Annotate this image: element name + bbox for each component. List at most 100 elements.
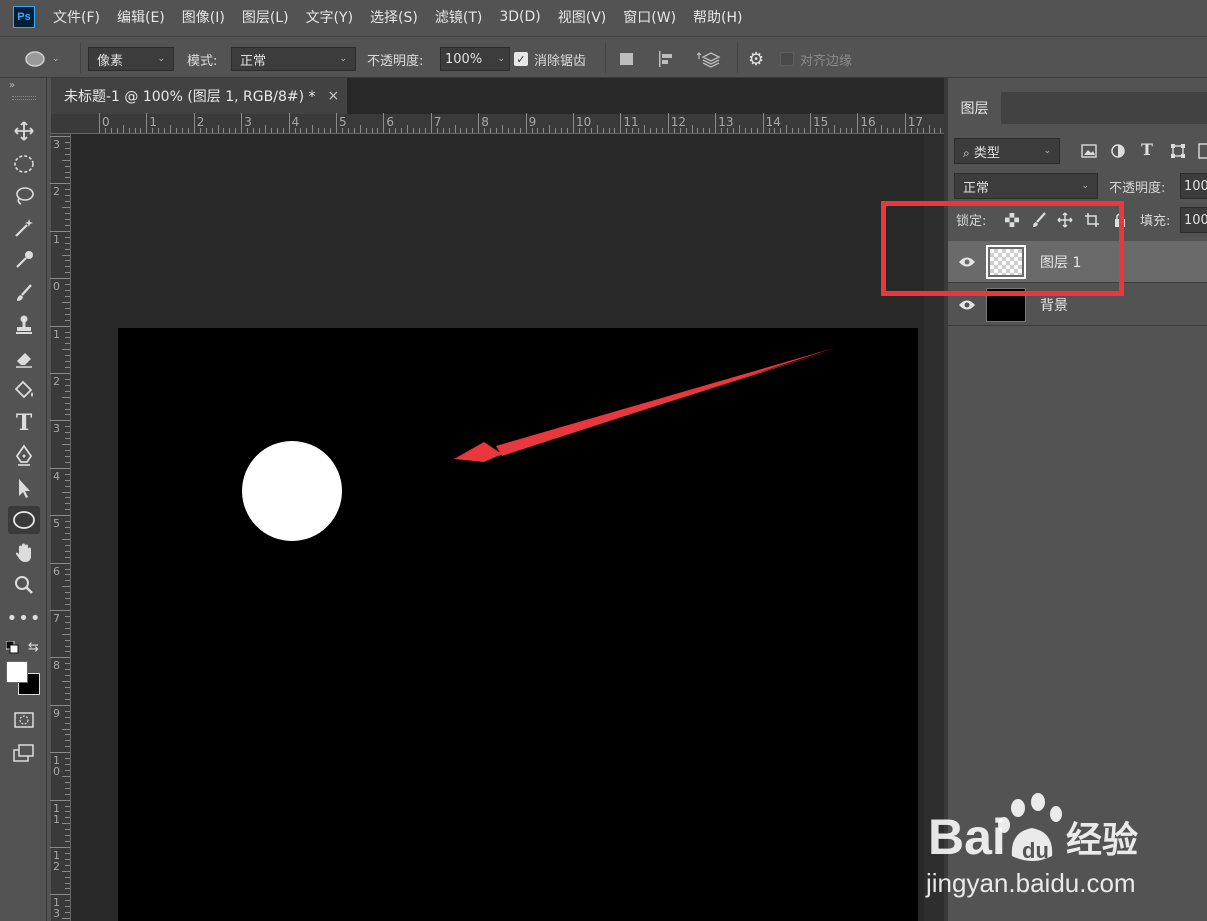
ruler-tick [792,128,794,133]
grip-icon[interactable] [12,96,36,100]
layer-name[interactable]: 背景 [1040,295,1068,315]
ruler-vertical[interactable]: 3 2 1 0 1 2 3 4 5 6 7 8 9 10 11 12 13 [50,134,71,921]
chevron-down-icon: ⌄ [1081,181,1089,191]
watermark-suffix: 经验 [1066,820,1138,861]
screen-mode-button[interactable] [8,739,40,767]
move-tool[interactable] [8,117,40,145]
ruler-horizontal[interactable]: 0 1 2 3 4 5 6 7 8 9 10 11 12 13 14 15 16 17 [51,113,948,134]
ruler-tick-label: 1 [149,115,158,129]
layer-opacity-value: 100% [1184,178,1207,194]
ruler-tick [65,284,70,286]
quick-mask-button[interactable] [8,706,40,734]
menu-select[interactable]: 选择(S) [370,7,418,27]
menu-layer[interactable]: 图层(L) [242,7,289,27]
menu-help[interactable]: 帮助(H) [693,7,742,27]
chevron-down-icon: ⌄ [497,54,505,64]
ruler-tick [383,113,385,133]
clone-stamp-tool[interactable] [8,311,40,339]
ruler-tick [65,592,70,594]
eyedropper-tool[interactable] [8,246,40,274]
smart-object-filter-icon[interactable] [1198,143,1207,159]
menu-window[interactable]: 窗口(W) [623,7,676,27]
ruler-tick [65,615,70,617]
ruler-tick-label: 4 [291,115,300,129]
antialias-checkbox[interactable]: ✓ 消除锯齿 [514,47,586,71]
ruler-tick [50,657,70,659]
ruler-tick [833,125,835,133]
menu-file[interactable]: 文件(F) [53,7,100,27]
ruler-tick [65,408,70,410]
blend-mode-select[interactable]: 正常 ⌄ [231,47,356,71]
type-layer-filter-icon[interactable]: T [1141,140,1153,159]
close-icon[interactable]: × [328,88,340,104]
ruler-tick [62,207,70,209]
path-operations-button[interactable] [618,47,636,71]
zoom-tool[interactable] [8,571,40,599]
ruler-tick [65,272,70,274]
ruler-tick-label: 3 [53,138,60,151]
menu-filter[interactable]: 滤镜(T) [435,7,482,27]
align-edges-checkbox[interactable]: 对齐边缘 [780,47,852,71]
ellipse-tool[interactable] [8,506,40,534]
ruler-tick [65,687,70,689]
ruler-tick [543,128,545,133]
document-tab[interactable]: 未标题-1 @ 100% (图层 1, RGB/8#) * × [51,78,347,114]
screen-mode-icon [13,744,34,762]
path-selection-tool[interactable] [8,474,40,502]
ruler-tick [65,829,70,831]
menu-view[interactable]: 视图(V) [558,7,607,27]
ruler-tick [65,361,70,363]
ruler-tick [685,128,687,133]
ruler-tick [721,128,723,133]
ruler-tick [50,420,70,422]
ruler-tick [65,716,70,718]
type-tool[interactable]: T [8,409,40,437]
edit-toolbar-button[interactable]: ••• [7,604,41,632]
menu-edit[interactable]: 编辑(E) [117,7,165,27]
elliptical-marquee-tool[interactable] [8,150,40,178]
ruler-tick [65,497,70,499]
shape-layer-filter-icon[interactable] [1170,143,1186,159]
ruler-tick [65,384,70,386]
hand-tool[interactable] [8,539,40,567]
pixel-layer-filter-icon[interactable] [1081,143,1097,159]
visibility-toggle[interactable] [948,299,986,311]
ruler-tick [187,128,189,133]
tool-preset-picker[interactable]: ⌄ [24,47,60,71]
ruler-tick [65,521,70,523]
fill-input[interactable]: 100% [1180,207,1207,233]
ruler-tick [199,128,201,133]
path-alignment-button[interactable] [657,47,675,71]
menu-3d[interactable]: 3D(D) [499,9,540,25]
ruler-tick-label: 1 [53,327,60,341]
collapse-icon[interactable]: » [9,80,15,91]
path-arrangement-button[interactable] [697,47,721,71]
ruler-tick [65,426,70,428]
adjustment-layer-filter-icon[interactable] [1110,143,1126,159]
swap-colors-icon[interactable]: ⇆ [28,640,39,655]
eraser-tool[interactable] [8,344,40,372]
settings-button[interactable]: ⚙ [748,47,764,71]
pen-tool[interactable] [8,441,40,469]
foreground-color-swatch[interactable] [6,661,28,683]
ruler-tick [258,128,260,133]
color-swatches[interactable] [6,661,40,695]
canvas[interactable] [118,328,918,921]
menu-image[interactable]: 图像(I) [182,7,225,27]
ruler-tick [318,128,320,133]
menu-type[interactable]: 文字(Y) [306,7,353,27]
layer-blend-mode-select[interactable]: 正常 ⌄ [954,173,1098,199]
paint-bucket-tool[interactable] [8,376,40,404]
layer-filter-select[interactable]: ⌕ 类型 ⌄ [954,138,1060,164]
magic-wand-tool[interactable] [8,214,40,242]
ruler-tick [65,171,70,173]
shape-mode-select[interactable]: 像素 ⌄ [88,47,174,71]
tab-layers[interactable]: 图层 [948,92,1001,124]
lasso-tool[interactable] [8,182,40,210]
opacity-input[interactable]: 100% ⌄ [440,47,510,71]
brush-tool[interactable] [8,279,40,307]
ruler-tick [65,556,70,558]
layer-opacity-input[interactable]: 100% [1180,173,1207,199]
ruler-tick [99,113,100,133]
default-colors-button[interactable] [5,640,20,659]
